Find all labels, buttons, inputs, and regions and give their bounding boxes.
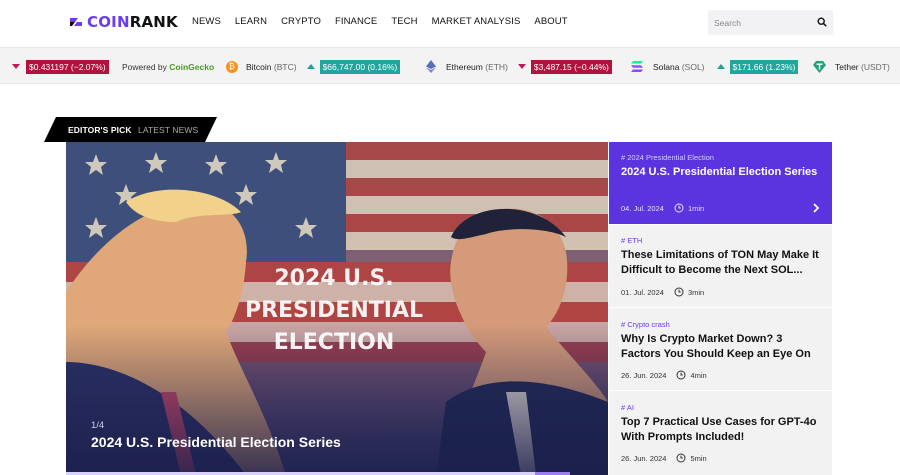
ticker-item-usdt[interactable]: Tether (USDT) [813,59,890,74]
chevron-right-icon[interactable] [812,203,820,213]
search-box [708,10,833,35]
coin-name: Bitcoin [246,61,272,72]
hero-slide[interactable]: 2024 U.S. PRESIDENTIAL ELECTION 1/4 2024… [66,142,608,475]
article-date: 26. Jun. 2024 [621,370,667,380]
article-date: 01. Jul. 2024 [621,287,664,297]
price-ticker: $0.431197 (−2.07%) Powered by CoinGecko … [0,47,900,84]
price-change-badge: $171.66 (1.23%) [729,59,799,74]
tab-editors-pick[interactable]: EDITOR'S PICK [68,125,132,135]
article-tag[interactable]: # Crypto crash [621,320,670,329]
powered-by: Powered by CoinGecko [122,59,214,74]
down-arrow-icon [12,64,20,69]
search-input[interactable] [708,10,808,35]
price-change-badge: $0.431197 (−2.07%) [26,59,109,74]
nav-about[interactable]: ABOUT [534,16,567,27]
article-meta: 04. Jul. 2024 1min [621,203,704,213]
nav-finance[interactable]: FINANCE [335,16,377,27]
up-arrow-icon [306,64,315,69]
clock-icon [676,370,686,380]
coin-symbol: (BTC) [273,61,297,72]
clock-icon [674,203,684,213]
hero-title[interactable]: 2024 U.S. Presidential Election Series [91,434,341,450]
tether-icon [813,60,826,73]
read-time: 3min [687,287,705,297]
read-time: 5min [690,453,707,463]
solana-icon [631,61,643,72]
article-card-active[interactable]: # 2024 Presidential Election 2024 U.S. P… [609,142,832,224]
hero-image-text-line-2: PRESIDENTIAL [245,298,423,323]
coin-symbol: (ETH) [485,61,508,72]
coin-symbol: (SOL) [681,61,705,72]
article-card[interactable]: # Crypto crash Why Is Crypto Market Down… [609,308,832,390]
clock-icon [676,453,686,463]
ticker-item-btc[interactable]: ₿ Bitcoin (BTC) $66,747.00 (0.16%) [226,59,401,74]
up-arrow-icon [716,64,725,69]
main-nav: NEWS LEARN CRYPTO FINANCE TECH MARKET AN… [192,16,582,27]
nav-market-analysis[interactable]: MARKET ANALYSIS [432,16,521,27]
coin-name: Tether [835,61,859,72]
down-arrow-icon [517,64,526,69]
coingecko-link[interactable]: CoinGecko [169,62,214,72]
price-change-badge: $66,747.00 (0.16%) [319,59,401,74]
editors-pick-list: # 2024 Presidential Election 2024 U.S. P… [609,142,832,475]
coinrank-logo[interactable]: COINRANK [69,12,178,32]
article-title[interactable]: Why Is Crypto Market Down? 3 Factors You… [621,332,821,362]
read-time: 4min [690,370,707,380]
coin-name: Solana [653,61,680,72]
nav-news[interactable]: NEWS [192,16,221,27]
article-meta: 26. Jun. 2024 4min [621,370,707,380]
ticker-item-eth[interactable]: Ethereum (ETH) $3,487.15 (−0.44%) [426,59,612,74]
price-change-badge: $3,487.15 (−0.44%) [530,59,612,74]
article-card[interactable]: # AI Top 7 Practical Use Cases for GPT-4… [609,391,832,475]
hero-image-text-line-3: ELECTION [274,330,395,355]
coinrank-logo-icon [70,18,82,26]
article-tag[interactable]: # AI [621,403,634,412]
search-icon[interactable] [817,17,827,27]
article-meta: 26. Jun. 2024 5min [621,453,707,463]
nav-crypto[interactable]: CRYPTO [281,16,321,27]
nav-tech[interactable]: TECH [391,16,417,27]
ethereum-icon [426,60,436,73]
article-tag[interactable]: # 2024 Presidential Election [621,153,714,162]
article-tag[interactable]: # ETH [621,236,642,245]
coin-name: Ethereum [446,61,483,72]
clock-icon [674,287,684,297]
section-tabs: EDITOR'S PICK LATEST NEWS [44,117,217,142]
powered-by-label: Powered by [122,61,167,72]
slide-counter: 1/4 [91,420,105,431]
hero-illustration: 2024 U.S. PRESIDENTIAL ELECTION [66,142,608,475]
article-date: 04. Jul. 2024 [621,203,664,213]
bitcoin-icon: ₿ [226,60,238,73]
article-title[interactable]: Top 7 Practical Use Cases for GPT-4o Wit… [621,415,821,445]
article-meta: 01. Jul. 2024 3min [621,287,704,297]
site-header: COINRANK NEWS LEARN CRYPTO FINANCE TECH … [0,0,900,47]
ticker-item-prev: $0.431197 (−2.07%) [12,59,109,74]
article-title[interactable]: These Limitations of TON May Make It Dif… [621,248,821,278]
tab-latest-news[interactable]: LATEST NEWS [138,125,198,135]
coin-symbol: (USDT) [861,61,890,72]
read-time: 1min [687,203,705,213]
logo-wordmark: COINRANK [87,13,178,31]
article-card[interactable]: # ETH These Limitations of TON May Make … [609,225,832,307]
article-title[interactable]: 2024 U.S. Presidential Election Series [621,165,821,180]
hero-image-text-line-1: 2024 U.S. [274,266,393,291]
article-date: 26. Jun. 2024 [621,453,667,463]
ticker-item-sol[interactable]: Solana (SOL) $171.66 (1.23%) [631,59,799,74]
nav-learn[interactable]: LEARN [235,16,267,27]
